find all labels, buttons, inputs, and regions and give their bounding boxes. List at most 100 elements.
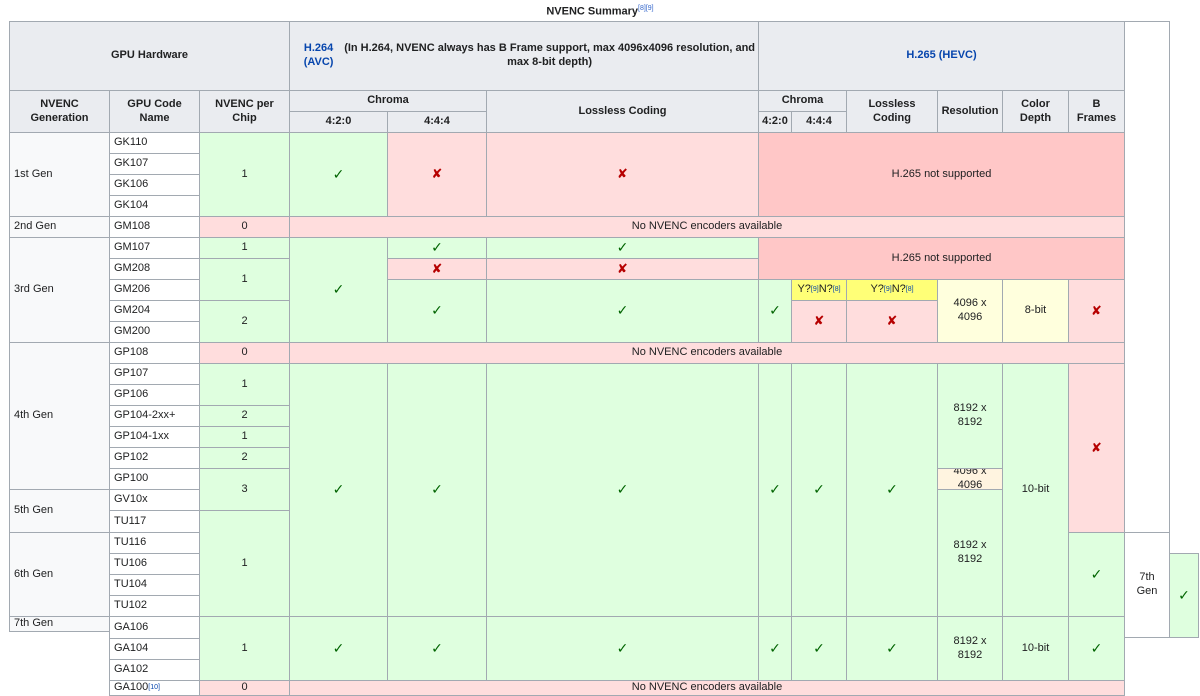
cell-text: 1 bbox=[241, 430, 248, 443]
gpu-code-name-cell: GP104-1xx bbox=[109, 426, 200, 448]
cell-text: GPU Hardware bbox=[110, 49, 189, 62]
color-depth-header: Color Depth bbox=[1002, 90, 1069, 133]
cell-text: Resolution bbox=[941, 104, 999, 117]
reference-link[interactable]: [9] bbox=[646, 5, 654, 12]
gpu-code-name-cell: GA100 [10] bbox=[109, 680, 200, 696]
h264-444-cell: ✓ bbox=[387, 616, 487, 681]
cell-text: Lossless Coding bbox=[578, 104, 667, 117]
cell-text: 7th Gen bbox=[14, 617, 54, 629]
gpu-code-name: GM108 bbox=[114, 220, 151, 233]
generation-cell: 7th Gen bbox=[9, 616, 110, 632]
h265-lossless-uncertain-cell: Y? [9] N? [8] bbox=[846, 279, 938, 301]
check-icon: ✓ bbox=[769, 302, 781, 319]
cross-icon: ✘ bbox=[1091, 439, 1102, 455]
check-icon: ✓ bbox=[431, 639, 443, 656]
cell-text: 8-bit bbox=[1024, 304, 1047, 317]
gpu-code-name-cell: GM204 bbox=[109, 300, 200, 322]
h265-link[interactable]: H.265 (HEVC) bbox=[906, 49, 976, 63]
gpu-code-name-cell: GP106 bbox=[109, 384, 200, 406]
cell-text: No NVENC encoders available bbox=[631, 220, 783, 233]
gpu-code-name: TU116 bbox=[114, 536, 147, 549]
nvenc-count-cell: 1 bbox=[199, 258, 290, 301]
cell-text: Y? bbox=[870, 283, 884, 296]
cell-text: N? bbox=[818, 283, 833, 296]
h265-lossless-cell: ✓ bbox=[846, 616, 938, 681]
check-icon: ✓ bbox=[616, 481, 629, 498]
gpu-code-name-cell: TU117 bbox=[109, 510, 200, 533]
gpu-code-name: TU104 bbox=[114, 578, 148, 591]
gpu-code-name-cell: GP100 bbox=[109, 468, 200, 490]
cell-text: 7th Gen bbox=[1136, 571, 1158, 597]
cell-text: Y? bbox=[797, 283, 811, 296]
check-icon: ✓ bbox=[813, 639, 825, 656]
h265-444-cell: ✓ bbox=[791, 363, 847, 617]
nvenc-count-cell: 1 bbox=[199, 363, 290, 406]
cell-text: 3rd Gen bbox=[14, 283, 54, 296]
table-caption: NVENC Summary[8][9] bbox=[0, 5, 1200, 18]
h265-lossless-cell: ✓ bbox=[846, 363, 938, 617]
gpu-code-name: GP102 bbox=[114, 451, 149, 464]
cell-text: 10-bit bbox=[1021, 641, 1050, 654]
gpu-code-name: GM107 bbox=[114, 241, 151, 254]
h264-link[interactable]: H.264 (AVC) bbox=[293, 42, 344, 70]
cell-text: 4:2:0 bbox=[762, 115, 788, 128]
gpu-code-name-cell: GP107 bbox=[109, 363, 200, 385]
cell-text: 4:4:4 bbox=[806, 115, 832, 128]
gpu-code-name-cell: GM200 bbox=[109, 321, 200, 343]
gpu-code-name-cell: GM206 bbox=[109, 279, 200, 301]
cell-text: H.265 not supported bbox=[891, 167, 992, 180]
check-icon: ✓ bbox=[813, 481, 825, 498]
gpu-code-name: GA102 bbox=[114, 663, 149, 676]
empty-overflow-cell bbox=[1124, 21, 1170, 533]
reference-link[interactable]: [8] bbox=[638, 5, 646, 12]
check-icon: ✓ bbox=[616, 302, 629, 319]
check-icon: ✓ bbox=[431, 239, 443, 256]
cell-text: H.265 not supported bbox=[891, 251, 992, 264]
gpu-code-name-cell: GP104-2xx+ bbox=[109, 405, 200, 427]
cell-text: NVENC per Chip bbox=[215, 97, 274, 124]
check-icon: ✓ bbox=[332, 165, 345, 182]
h264-lossless-cell: ✓ bbox=[486, 237, 759, 259]
gpu-code-name: GM208 bbox=[114, 262, 151, 275]
gpu-code-name-cell: TU116 bbox=[109, 532, 200, 554]
h265-unsupported-cell: H.265 not supported bbox=[758, 237, 1125, 280]
check-icon: ✓ bbox=[431, 481, 443, 498]
h264-420-header: 4:2:0 bbox=[289, 111, 388, 133]
resolution-cell: 4096 x 4096 bbox=[937, 279, 1003, 343]
generation-cell: 5th Gen bbox=[9, 489, 110, 533]
h265-444-uncertain-cell: Y? [9] N? [8] bbox=[791, 279, 847, 301]
nvenc-count-cell: 1 bbox=[199, 132, 290, 217]
caption-text: NVENC Summary bbox=[546, 5, 639, 18]
nvenc-count-cell: 1 bbox=[199, 616, 290, 681]
h264-lossless-header: Lossless Coding bbox=[486, 90, 759, 133]
h265-444-cell: ✘ bbox=[791, 300, 847, 343]
gpu-code-name-cell: GA102 bbox=[109, 659, 200, 681]
cell-text: (In H.264, NVENC always has B Frame supp… bbox=[344, 42, 756, 68]
cell-text: 8192 x 8192 bbox=[953, 539, 987, 565]
h264-lossless-cell: ✓ bbox=[486, 616, 759, 681]
check-icon: ✓ bbox=[332, 639, 345, 656]
h265-444-header: 4:4:4 bbox=[791, 111, 847, 133]
h264-444-header: 4:4:4 bbox=[387, 111, 487, 133]
check-icon: ✓ bbox=[1090, 639, 1103, 656]
cell-text: Chroma bbox=[367, 94, 409, 107]
cell-text: 0 bbox=[241, 681, 248, 693]
nvenc-count-cell: 1 bbox=[199, 426, 290, 448]
gpu-code-name-cell: GA106 bbox=[109, 616, 200, 639]
color-depth-cell: 8-bit bbox=[1002, 279, 1069, 343]
cell-text: 2 bbox=[241, 314, 248, 327]
generation-cell: 3rd Gen bbox=[9, 237, 110, 343]
per-chip-header: NVENC per Chip bbox=[199, 90, 290, 133]
generation-cell: 6th Gen bbox=[9, 532, 110, 617]
cell-text: 4:2:0 bbox=[325, 115, 352, 128]
generation-cell: 2nd Gen bbox=[9, 216, 110, 238]
h264-444-cell: ✘ bbox=[387, 132, 487, 217]
h264-lossless-cell: ✓ bbox=[486, 363, 759, 617]
cell-text: 2nd Gen bbox=[14, 220, 57, 233]
cell-text: 1 bbox=[241, 241, 248, 254]
nvenc-count-cell: 2 bbox=[199, 447, 290, 469]
cell-text: NVENC Generation bbox=[30, 97, 89, 124]
h265-420-cell: ✓ bbox=[758, 363, 792, 617]
gpu-code-name: GK110 bbox=[114, 136, 148, 149]
cell-text: 6th Gen bbox=[14, 567, 54, 580]
